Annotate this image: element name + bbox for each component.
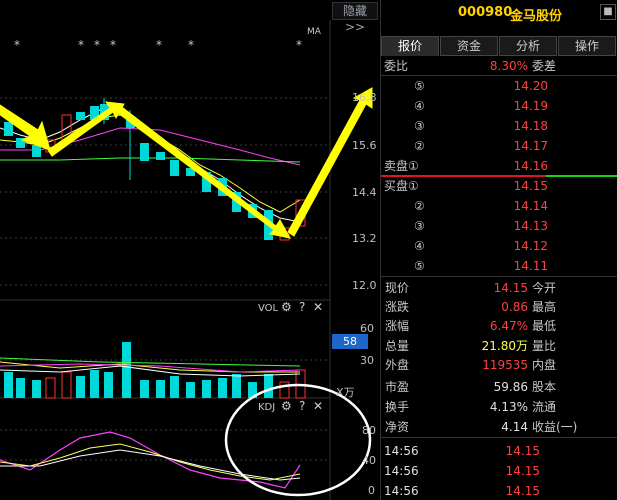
y-tick: 14.4 (352, 186, 377, 199)
stat-label-right: 收益(一) (532, 420, 578, 434)
vol-unit: X万 (336, 386, 355, 399)
marker: * (110, 38, 116, 52)
volume-bars (4, 342, 306, 399)
sell-level-price: 14.16 (513, 159, 548, 173)
stat-value: 0.86 (501, 300, 528, 314)
buy-level-label: ② (414, 199, 425, 213)
stat-label-right: 股本 (532, 380, 557, 394)
tab-funds[interactable]: 资金 (440, 36, 498, 56)
buy-level-price: 14.14 (513, 199, 548, 213)
tick-price: 14.15 (505, 484, 540, 498)
stat-label-right: 最高 (532, 300, 557, 314)
stat-label: 总量 (385, 339, 410, 353)
stat-label-right: 流通 (532, 400, 557, 414)
stock-name: 金马股份 (510, 9, 563, 24)
hide-panel-button[interactable]: 隐藏>> (332, 2, 378, 34)
stat-value: 6.47% (489, 319, 528, 333)
stat-value: 14.15 (493, 281, 528, 295)
sell-level-price: 14.20 (513, 79, 548, 93)
buy-level-label: ③ (414, 219, 425, 233)
tick-time: 14:56 (384, 484, 419, 498)
stat-label: 涨跌 (385, 300, 410, 314)
y-tick: 12.0 (352, 279, 377, 292)
stat-label-right: 内盘 (532, 358, 557, 372)
kdj-y-tick: 80 (362, 424, 376, 437)
marker: * (156, 38, 162, 52)
stat-label-right: 最低 (532, 319, 557, 333)
stock-code: 000980 (458, 5, 513, 20)
weicha-label: 委差 (532, 59, 557, 73)
stat-label-right: 今开 (532, 281, 557, 295)
sell-level-label: ⑤ (414, 79, 425, 93)
buy-level-label: ④ (414, 239, 425, 253)
marker: * (78, 38, 84, 52)
close-icon[interactable]: ✕ (313, 300, 323, 314)
buy-level-price: 14.13 (513, 219, 548, 233)
sell-level-label: ④ (414, 99, 425, 113)
buy-level-price: 14.12 (513, 239, 548, 253)
kline-chart-area[interactable] (0, 0, 380, 500)
close-icon[interactable]: ✕ (313, 399, 323, 413)
ma-label: MA (307, 27, 321, 37)
sell-level-price: 14.18 (513, 119, 548, 133)
stat-value: 4.13% (489, 400, 528, 414)
buy-level-price: 14.15 (513, 179, 548, 193)
help-icon[interactable]: ? (299, 399, 305, 413)
sell-level-price: 14.17 (513, 139, 548, 153)
kdj-y-tick: 0 (368, 484, 375, 497)
gear-icon[interactable]: ⚙ (281, 399, 292, 413)
stat-label: 涨幅 (385, 319, 410, 333)
vol-label: VOL (258, 303, 279, 314)
stat-value: 4.14 (501, 420, 528, 434)
buy-level-label: 买盘① (384, 179, 419, 193)
vol-y-tick: 30 (360, 354, 374, 367)
stat-value: 119535 (482, 358, 528, 372)
stat-label: 换手 (385, 400, 410, 414)
sell-level-label: ③ (414, 119, 425, 133)
marker: * (94, 38, 100, 52)
sell-level-price: 14.19 (513, 99, 548, 113)
y-tick: 13.2 (352, 232, 377, 245)
kdj-y-tick: 40 (362, 454, 376, 467)
stat-label: 市盈 (385, 380, 410, 394)
help-icon[interactable]: ? (299, 300, 305, 314)
stat-label: 净资 (385, 420, 410, 434)
marker: * (14, 38, 20, 52)
stat-label: 现价 (385, 281, 410, 295)
stat-label-right: 量比 (532, 339, 557, 353)
y-tick: 15.6 (352, 139, 377, 152)
window-control-icon[interactable]: ■ (600, 4, 616, 20)
vol-current-value: 58 (332, 334, 368, 349)
tab-analysis[interactable]: 分析 (499, 36, 557, 56)
weibi-value: 8.30% (489, 59, 528, 73)
weibi-label: 委比 (384, 59, 409, 73)
sell-level-label: 卖盘① (384, 159, 419, 173)
tick-price: 14.15 (505, 444, 540, 458)
stat-value: 21.80万 (481, 339, 528, 353)
stat-label: 外盘 (385, 358, 410, 372)
marker: * (188, 38, 194, 52)
annotation-arrows (0, 87, 373, 239)
gear-icon[interactable]: ⚙ (281, 300, 292, 314)
marker: * (296, 38, 302, 52)
tab-bar: 报价 资金 分析 操作 (381, 36, 617, 56)
buy-level-price: 14.11 (513, 259, 548, 273)
tick-price: 14.15 (505, 464, 540, 478)
sell-level-label: ② (414, 139, 425, 153)
stat-value: 59.86 (493, 380, 528, 394)
tab-quote[interactable]: 报价 (381, 36, 439, 56)
kdj-label: KDJ (258, 402, 276, 413)
tick-time: 14:56 (384, 464, 419, 478)
tab-operate[interactable]: 操作 (558, 36, 616, 56)
buy-level-label: ⑤ (414, 259, 425, 273)
y-tick: 16.8 (352, 91, 377, 104)
tick-time: 14:56 (384, 444, 419, 458)
marker-row: * * * * * * * (0, 38, 330, 52)
